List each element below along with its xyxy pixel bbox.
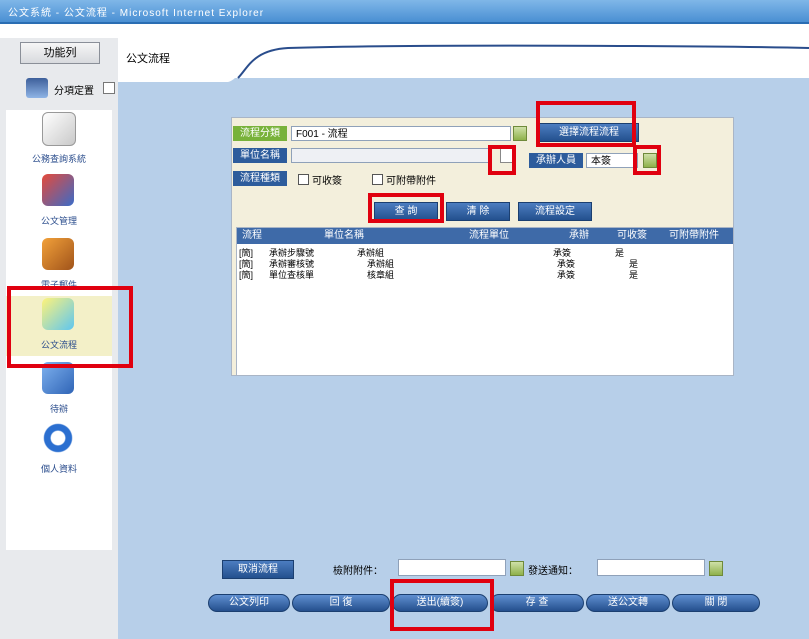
- col-header: 承辦: [569, 230, 589, 241]
- highlight-box: [368, 193, 444, 223]
- flow-select[interactable]: F001 - 流程: [291, 126, 511, 141]
- refresh-icon: [42, 422, 74, 454]
- table-row[interactable]: [簡] 承辦步驟號 承辦組 承簽 是: [237, 248, 733, 259]
- sidebar-item-todo[interactable]: 待辦: [6, 360, 112, 420]
- sidebar-tools-label: 分項定置: [54, 86, 94, 97]
- cell: 承辦組: [357, 248, 385, 258]
- cell: 承簽: [557, 270, 576, 280]
- dept-label: 單位名稱: [233, 148, 287, 163]
- highlight-box: [488, 145, 516, 175]
- attach-dropdown-icon[interactable]: [510, 561, 524, 576]
- cell: 承辦步驟號: [269, 248, 315, 258]
- flow-label: 流程分類: [233, 126, 287, 141]
- window-title: 公文系統 - 公文流程 - Microsoft Internet Explore…: [8, 8, 265, 19]
- person-select[interactable]: 本簽: [586, 153, 638, 168]
- check-attachment[interactable]: [372, 174, 383, 185]
- check-signing-label: 可收簽: [312, 176, 342, 187]
- sidebar-item-profile[interactable]: 個人資料: [6, 420, 112, 480]
- clear-button[interactable]: 清 除: [446, 202, 510, 221]
- col-header: 可收簽: [617, 230, 647, 241]
- document-icon: [42, 174, 74, 206]
- reply-button[interactable]: 回 復: [292, 594, 390, 612]
- cell: [簡]: [239, 270, 254, 280]
- cell: 單位查核單: [269, 270, 315, 280]
- attach-label: 檢附附件：: [333, 566, 383, 577]
- table-row[interactable]: [簡] 承辦審核號 承辦組 承簽 是: [237, 259, 733, 270]
- print-button[interactable]: 公文列印: [208, 594, 290, 612]
- notify-label: 發送通知：: [528, 566, 578, 577]
- col-header: 流程: [242, 230, 262, 241]
- cell: 承簽: [553, 248, 572, 258]
- table-row[interactable]: [簡] 單位查核單 核章組 承簽 是: [237, 270, 733, 281]
- col-header: 流程單位: [469, 230, 509, 241]
- type-label: 流程種類: [233, 171, 287, 186]
- cell: 核章組: [367, 270, 395, 280]
- attach-field[interactable]: [398, 559, 506, 576]
- sidebar-item-label: 待辦: [49, 404, 68, 414]
- mail-icon: [42, 238, 74, 270]
- dept-field[interactable]: [291, 148, 491, 163]
- sidebar-item-search[interactable]: 公務查詢系統: [6, 110, 112, 170]
- flow-setting-button[interactable]: 流程設定: [518, 202, 592, 221]
- book-icon: [26, 78, 48, 98]
- sidebar-item-label: 公文管理: [40, 216, 77, 226]
- highlight-box: [633, 145, 661, 175]
- table-header: 流程 單位名稱 流程單位 承辦 可收簽 可附帶附件: [237, 228, 733, 244]
- cancel-flow-button[interactable]: 取消流程: [222, 560, 294, 579]
- sidebar-item-label: 公務查詢系統: [31, 154, 86, 164]
- cell: 承辦審核號: [269, 259, 315, 269]
- cell: 是: [629, 270, 639, 280]
- col-header: 單位名稱: [324, 230, 364, 241]
- flow-dropdown-icon[interactable]: [513, 126, 527, 141]
- cell: 承簽: [557, 259, 576, 269]
- forward-button[interactable]: 送公文轉: [586, 594, 670, 612]
- check-attachment-label: 可附帶附件: [386, 176, 436, 187]
- highlight-box: [390, 579, 494, 631]
- cell: 承辦組: [367, 259, 395, 269]
- highlight-box: [7, 286, 133, 368]
- sidebar-tools[interactable]: 分項定置: [6, 78, 115, 100]
- tab-title[interactable]: 公文流程: [126, 50, 170, 66]
- archive-button[interactable]: 存 查: [490, 594, 584, 612]
- cell: 是: [629, 259, 639, 269]
- sidebar-item-docs[interactable]: 公文管理: [6, 172, 112, 232]
- window-titlebar: 公文系統 - 公文流程 - Microsoft Internet Explore…: [0, 0, 809, 24]
- cell: 是: [615, 248, 625, 258]
- check-signing[interactable]: [298, 174, 309, 185]
- main-tab: 公文流程: [118, 38, 809, 68]
- sidebar-header[interactable]: 功能列: [20, 42, 100, 64]
- close-button[interactable]: 關 閉: [672, 594, 760, 612]
- toggle-box[interactable]: [103, 82, 115, 94]
- cell: [簡]: [239, 248, 254, 258]
- highlight-box: [536, 101, 636, 147]
- magnifier-icon: [42, 112, 76, 146]
- person-label: 承辦人員: [529, 153, 583, 168]
- sidebar-item-label: 個人資料: [40, 464, 77, 474]
- flow-table: 流程 單位名稱 流程單位 承辦 可收簽 可附帶附件 [簡] 承辦步驟號 承辦組 …: [236, 227, 734, 376]
- notify-dropdown-icon[interactable]: [709, 561, 723, 576]
- col-header: 可附帶附件: [669, 230, 719, 241]
- cell: [簡]: [239, 259, 254, 269]
- notify-field[interactable]: [597, 559, 705, 576]
